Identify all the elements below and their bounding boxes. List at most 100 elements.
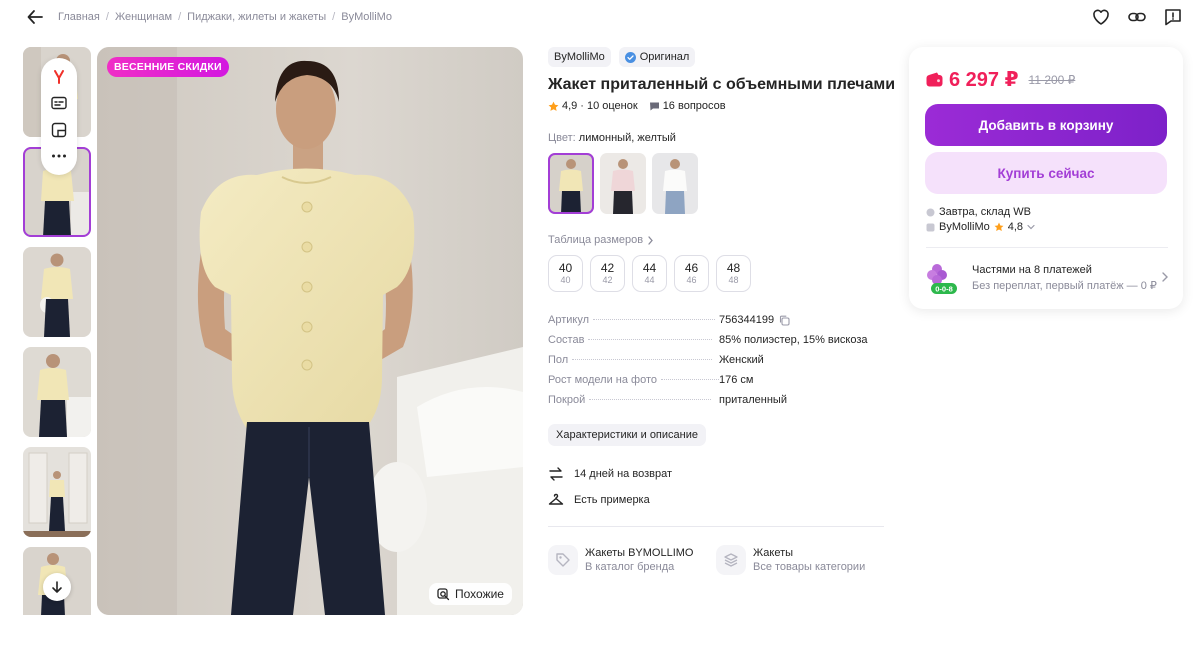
buy-now-button[interactable]: Купить сейчас	[925, 152, 1167, 194]
more-icon	[52, 154, 66, 158]
divider	[548, 526, 884, 527]
color-swatches	[548, 153, 888, 214]
rating-row: 4,9 · 10 оценок 16 вопросов	[548, 100, 888, 112]
yandex-search-button[interactable]	[48, 66, 70, 88]
installments-badge-icon: 0-0-8	[927, 264, 957, 294]
share-link-button[interactable]	[1126, 6, 1148, 28]
add-to-cart-button[interactable]: Добавить в корзину	[925, 104, 1167, 146]
installments-offer[interactable]: 0-0-8 Частями на 8 платежей Без переплат…	[925, 261, 1169, 295]
promo-badge: ВЕСЕННИЕ СКИДКИ	[107, 57, 229, 77]
old-price: 11 200 ₽	[1028, 72, 1076, 87]
svg-text:0-0-8: 0-0-8	[935, 285, 953, 294]
size-guide-button[interactable]	[48, 92, 70, 114]
size-option[interactable]: 46 46	[674, 255, 709, 292]
back-button[interactable]	[24, 6, 46, 28]
seller-icon	[926, 223, 935, 231]
color-label: Цвет: лимонный, желтый	[548, 132, 676, 144]
similar-items-button[interactable]: Похожие	[429, 583, 512, 605]
rating-value[interactable]: 4,9	[562, 100, 577, 112]
reviews-count[interactable]: 10 оценок	[587, 100, 638, 112]
brand-link[interactable]: ByMolliMo	[548, 47, 611, 67]
spec-key: Состав	[548, 334, 585, 346]
color-swatch-yellow[interactable]	[548, 153, 594, 214]
heart-icon	[1093, 9, 1109, 25]
top-bar: Главная / Женщинам / Пиджаки, жилеты и ж…	[0, 0, 1200, 34]
thumbnail[interactable]	[23, 447, 91, 537]
chevron-down-icon	[1027, 224, 1035, 230]
spec-row: Пол Женский	[548, 354, 888, 374]
return-icon	[549, 467, 563, 481]
spec-value: 176 см	[719, 374, 754, 386]
spec-row: Покрой приталенный	[548, 394, 888, 414]
price-card: 6 297 ₽ 11 200 ₽ Добавить в корзину Купи…	[909, 47, 1183, 309]
spec-value: 85% полиэстер, 15% вискоза	[719, 334, 868, 346]
category-link[interactable]: Жакеты Все товары категории	[716, 545, 884, 575]
breadcrumb-item[interactable]: Главная	[58, 11, 100, 23]
spec-row: Рост модели на фото 176 см	[548, 374, 888, 394]
product-info: ByMolliMo Оригинал Жакет приталенный с о…	[548, 47, 896, 575]
brand-row: ByMolliMo Оригинал	[548, 47, 888, 67]
size-option[interactable]: 44 44	[632, 255, 667, 292]
questions-link[interactable]: 16 вопросов	[649, 100, 726, 112]
size-table-link[interactable]: Таблица размеров	[548, 234, 888, 246]
perks: 14 дней на возврат Есть примерка	[548, 461, 888, 513]
spec-key: Пол	[548, 354, 569, 366]
collage-button[interactable]	[48, 119, 70, 141]
spec-key: Покрой	[548, 394, 586, 406]
sizes-icon	[51, 97, 67, 110]
thumbnail[interactable]	[23, 247, 91, 337]
star-icon	[548, 101, 559, 111]
breadcrumb-item[interactable]: Женщинам	[115, 11, 172, 23]
original-label: Оригинал	[639, 51, 690, 63]
spec-value: Женский	[719, 354, 764, 366]
thumbnail-tools	[41, 58, 77, 175]
delivery-info: Завтра, склад WB	[926, 206, 1031, 218]
size-option[interactable]: 40 40	[548, 255, 583, 292]
seller-link[interactable]: ByMolliMo 4,8	[926, 221, 1035, 233]
current-price: 6 297 ₽	[949, 69, 1019, 91]
color-swatch-white[interactable]	[652, 153, 698, 214]
breadcrumb-item[interactable]: Пиджаки, жилеты и жакеты	[187, 11, 326, 23]
report-button[interactable]	[1162, 6, 1184, 28]
hanger-icon	[548, 493, 564, 505]
brand-name: ByMolliMo	[554, 51, 605, 63]
back-arrow-icon	[27, 10, 43, 24]
verified-icon	[624, 51, 636, 63]
installments-title: Частями на 8 платежей	[972, 264, 1092, 276]
spec-row: Артикул 756344199	[548, 314, 888, 334]
color-swatch-pink[interactable]	[600, 153, 646, 214]
color-value: лимонный, желтый	[578, 132, 676, 144]
breadcrumb-item[interactable]: ByMolliMo	[341, 11, 392, 23]
product-title: Жакет приталенный с объемными плечами	[548, 76, 896, 93]
arrow-down-icon	[52, 581, 62, 593]
main-product-photo[interactable]	[97, 47, 523, 615]
collage-icon	[51, 122, 67, 137]
installments-subtitle: Без переплат, первый платёж — 0 ₽	[972, 280, 1157, 292]
spec-value: 756344199	[719, 314, 775, 326]
specs-table: Артикул 756344199 Состав 85% полиэстер, …	[548, 314, 888, 414]
report-icon	[1165, 9, 1181, 26]
tag-icon	[556, 553, 570, 567]
link-icon	[1128, 12, 1146, 22]
size-selector: 40 40 42 42 44 44 46 46 48 48	[548, 255, 888, 292]
similar-search-icon	[437, 587, 450, 600]
breadcrumb: Главная / Женщинам / Пиджаки, жилеты и ж…	[58, 11, 392, 23]
characteristics-button[interactable]: Характеристики и описание	[548, 424, 706, 446]
seller-name: ByMolliMo	[939, 221, 990, 233]
thumbnail[interactable]	[23, 347, 91, 437]
yandex-icon	[54, 70, 64, 85]
thumbnails-scroll-down-button[interactable]	[43, 573, 71, 601]
top-actions	[1090, 6, 1184, 28]
stack-icon	[724, 553, 738, 567]
original-badge: Оригинал	[618, 47, 696, 67]
spec-key: Артикул	[548, 314, 590, 326]
size-option[interactable]: 42 42	[590, 255, 625, 292]
brand-catalog-link[interactable]: Жакеты BYMOLLIMO В каталог бренда	[548, 545, 716, 575]
more-button[interactable]	[48, 145, 70, 167]
copy-icon[interactable]	[779, 315, 790, 326]
spec-value: приталенный	[719, 394, 787, 406]
chevron-right-icon	[648, 235, 653, 245]
seller-rating: 4,8	[1007, 221, 1024, 233]
size-option[interactable]: 48 48	[716, 255, 751, 292]
favorite-button[interactable]	[1090, 6, 1112, 28]
